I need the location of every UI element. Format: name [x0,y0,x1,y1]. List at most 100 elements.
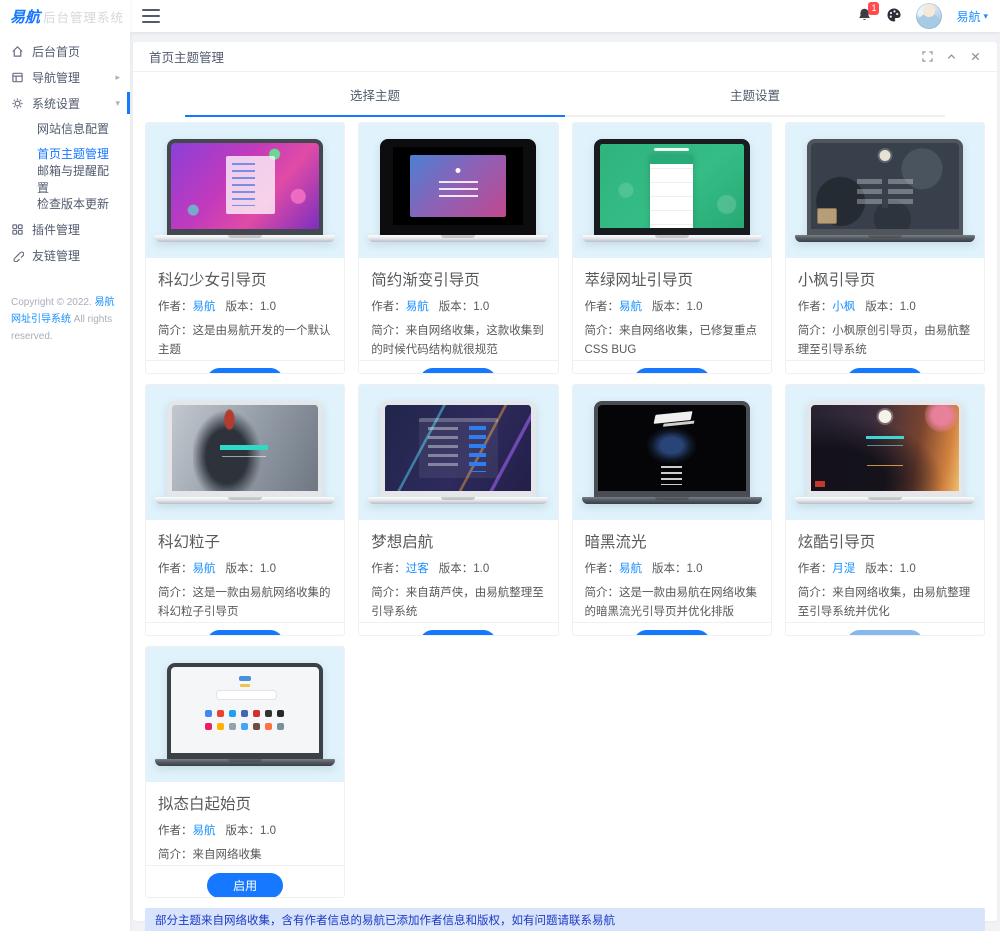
hamburger-menu-icon[interactable] [142,9,160,23]
theme-thumbnail [146,647,345,782]
sidebar-item-dashboard[interactable]: 后台首页 [0,38,130,64]
theme-title: 小枫引导页 [797,272,876,289]
theme-palette-icon[interactable] [886,7,902,26]
main-column: 1 易航 ▾ 首页主题管理 选择主题 主题设置 科幻少女引导页 作者：易航 版本… [130,0,1000,931]
theme-card-body: 科幻粒子 作者：易航 版本：1.0 简介：这是一款由易航网络收集的科幻粒子引导页 [146,520,344,622]
author-label: 作者： [797,563,833,575]
laptop-mockup-image [794,401,975,504]
collapse-icon[interactable] [946,51,957,62]
laptop-mockup-image [155,139,336,242]
theme-manage-panel: 首页主题管理 选择主题 主题设置 科幻少女引导页 作者：易航 版本：1.0 简介… [133,42,997,931]
intro-label: 简介： [158,587,193,599]
apply-theme-button[interactable]: 启用 [420,629,497,635]
laptop-mockup-image [581,401,762,504]
theme-title: 简约渐变引导页 [371,272,480,289]
theme-card: 炫酷引导页 作者：月湜 版本：1.0 简介：来自网络收集，由易航整理至引导系统并优… [784,384,985,636]
username-text: 易航 [956,9,981,24]
sidebar-item-label: 网站信息配置 [37,122,110,136]
apply-theme-button[interactable]: 启用 [633,629,710,635]
theme-card-footer: 启用 [572,359,771,373]
author-label: 作者： [584,563,620,575]
panel-title: 首页主题管理 [149,51,225,65]
sidebar-item-system-settings[interactable]: 系统设置 ▾ [0,90,130,116]
notification-bell-icon[interactable]: 1 [857,2,880,25]
notification-badge: 1 [868,2,880,15]
logo-brand: 易航 [10,7,41,26]
theme-card-body: 小枫引导页 作者：小枫 版本：1.0 简介：小枫原创引导页，由易航整理至引导系统 [786,258,984,360]
intro-label: 简介： [158,325,193,337]
version-value: 1.0 [260,563,276,575]
sidebar-menu: 后台首页 导航管理 ▸ 系统设置 ▾ 网站信息配置 首页主题管理 邮箱与提醒配置… [0,32,130,268]
theme-card: 科幻粒子 作者：易航 版本：1.0 简介：这是一款由易航网络收集的科幻粒子引导页 … [145,384,346,636]
author-link[interactable]: 过客 [406,563,429,575]
theme-thumbnail [572,385,771,520]
apply-theme-button[interactable]: 启用 [420,367,497,373]
intro-label: 简介： [797,325,833,337]
panel-window-controls [922,51,981,62]
sidebar-item-check-update[interactable]: 检查版本更新 [0,191,130,216]
sidebar-item-friend-link-manage[interactable]: 友链管理 [0,242,130,268]
author-link[interactable]: 易航 [619,301,642,313]
user-menu[interactable]: 易航 ▾ [956,8,988,25]
intro-label: 简介： [158,849,193,861]
theme-title: 炫酷引导页 [797,534,876,551]
apply-theme-button[interactable]: 启用 [207,629,284,635]
author-label: 作者： [584,301,620,313]
theme-card: 拟态白起始页 作者：易航 版本：1.0 简介：来自网络收集 启用 [145,646,346,898]
author-link[interactable]: 易航 [619,563,642,575]
theme-card: 萃绿网址引导页 作者：易航 版本：1.0 简介：来自网络收集，已修复重点CSS B… [571,122,772,374]
tab-select-theme[interactable]: 选择主题 [185,72,565,117]
user-avatar[interactable] [916,3,943,29]
intro-label: 简介： [371,587,406,599]
theme-in-use-button[interactable]: 正在使用 [846,629,923,635]
theme-card: 科幻少女引导页 作者：易航版本：1.0 简介：这是由易航开发的一个默认主题 启用 [145,122,346,374]
version-value: 1.0 [686,301,703,313]
author-link[interactable]: 易航 [406,301,429,313]
author-label: 作者： [158,301,193,313]
sidebar-item-label: 导航管理 [32,70,81,85]
apply-theme-button[interactable]: 启用 [207,367,284,373]
theme-card: 小枫引导页 作者：小枫 版本：1.0 简介：小枫原创引导页，由易航整理至引导系统 … [784,122,985,374]
close-icon[interactable] [970,51,981,62]
theme-description: 简介：来自网络收集，这款收集到的时候代码结构就很规范 [371,322,545,360]
theme-title: 萃绿网址引导页 [584,272,694,289]
sidebar-item-mail-remind-config[interactable]: 邮箱与提醒配置 [0,164,130,195]
sidebar-item-site-info-config[interactable]: 网站信息配置 [0,116,130,141]
version-label: 版本： [225,301,261,313]
tab-theme-settings[interactable]: 主题设置 [565,72,945,117]
laptop-mockup-image [581,139,762,242]
version-label: 版本： [652,563,687,575]
theme-meta: 作者：易航 版本：1.0 [371,298,545,314]
apply-theme-button[interactable]: 启用 [207,872,284,897]
version-value: 1.0 [686,563,703,575]
author-link[interactable]: 易航 [193,825,216,837]
apply-theme-button[interactable]: 启用 [633,367,710,373]
theme-thumbnail [146,123,345,258]
author-link[interactable]: 小枫 [832,301,855,313]
author-link[interactable]: 易航 [193,563,216,575]
sidebar-item-nav-manage[interactable]: 导航管理 ▸ [0,64,130,90]
laptop-mockup-image [368,139,549,242]
intro-label: 简介： [371,325,406,337]
theme-card: 简约渐变引导页 作者：易航 版本：1.0 简介：来自网络收集，这款收集到的时候代码… [358,122,559,374]
copyright-text: Copyright © 2022. 易航网址引导系统 All rights re… [0,294,130,345]
theme-card-footer: 启用 [146,359,345,373]
author-link[interactable]: 易航 [193,301,216,313]
sidebar-submenu: 网站信息配置 首页主题管理 邮箱与提醒配置 检查版本更新 [0,116,130,216]
sidebar-item-plugin-manage[interactable]: 插件管理 [0,216,130,242]
theme-meta: 作者：过客 版本：1.0 [371,560,545,576]
version-label: 版本： [865,563,900,575]
version-value: 1.0 [260,825,276,837]
apply-theme-button[interactable]: 启用 [846,367,923,373]
theme-title: 暗黑流光 [584,534,647,551]
theme-card-footer: 启用 [359,621,558,635]
author-label: 作者： [371,563,406,575]
version-value: 1.0 [899,563,916,575]
header-right: 1 易航 ▾ [857,2,988,29]
author-label: 作者： [158,825,193,837]
theme-card-body: 萃绿网址引导页 作者：易航 版本：1.0 简介：来自网络收集，已修复重点CSS B… [573,258,771,360]
theme-thumbnail [785,385,984,520]
fullscreen-icon[interactable] [922,51,933,62]
author-link[interactable]: 月湜 [832,563,855,575]
theme-meta: 作者：易航 版本：1.0 [158,298,332,314]
